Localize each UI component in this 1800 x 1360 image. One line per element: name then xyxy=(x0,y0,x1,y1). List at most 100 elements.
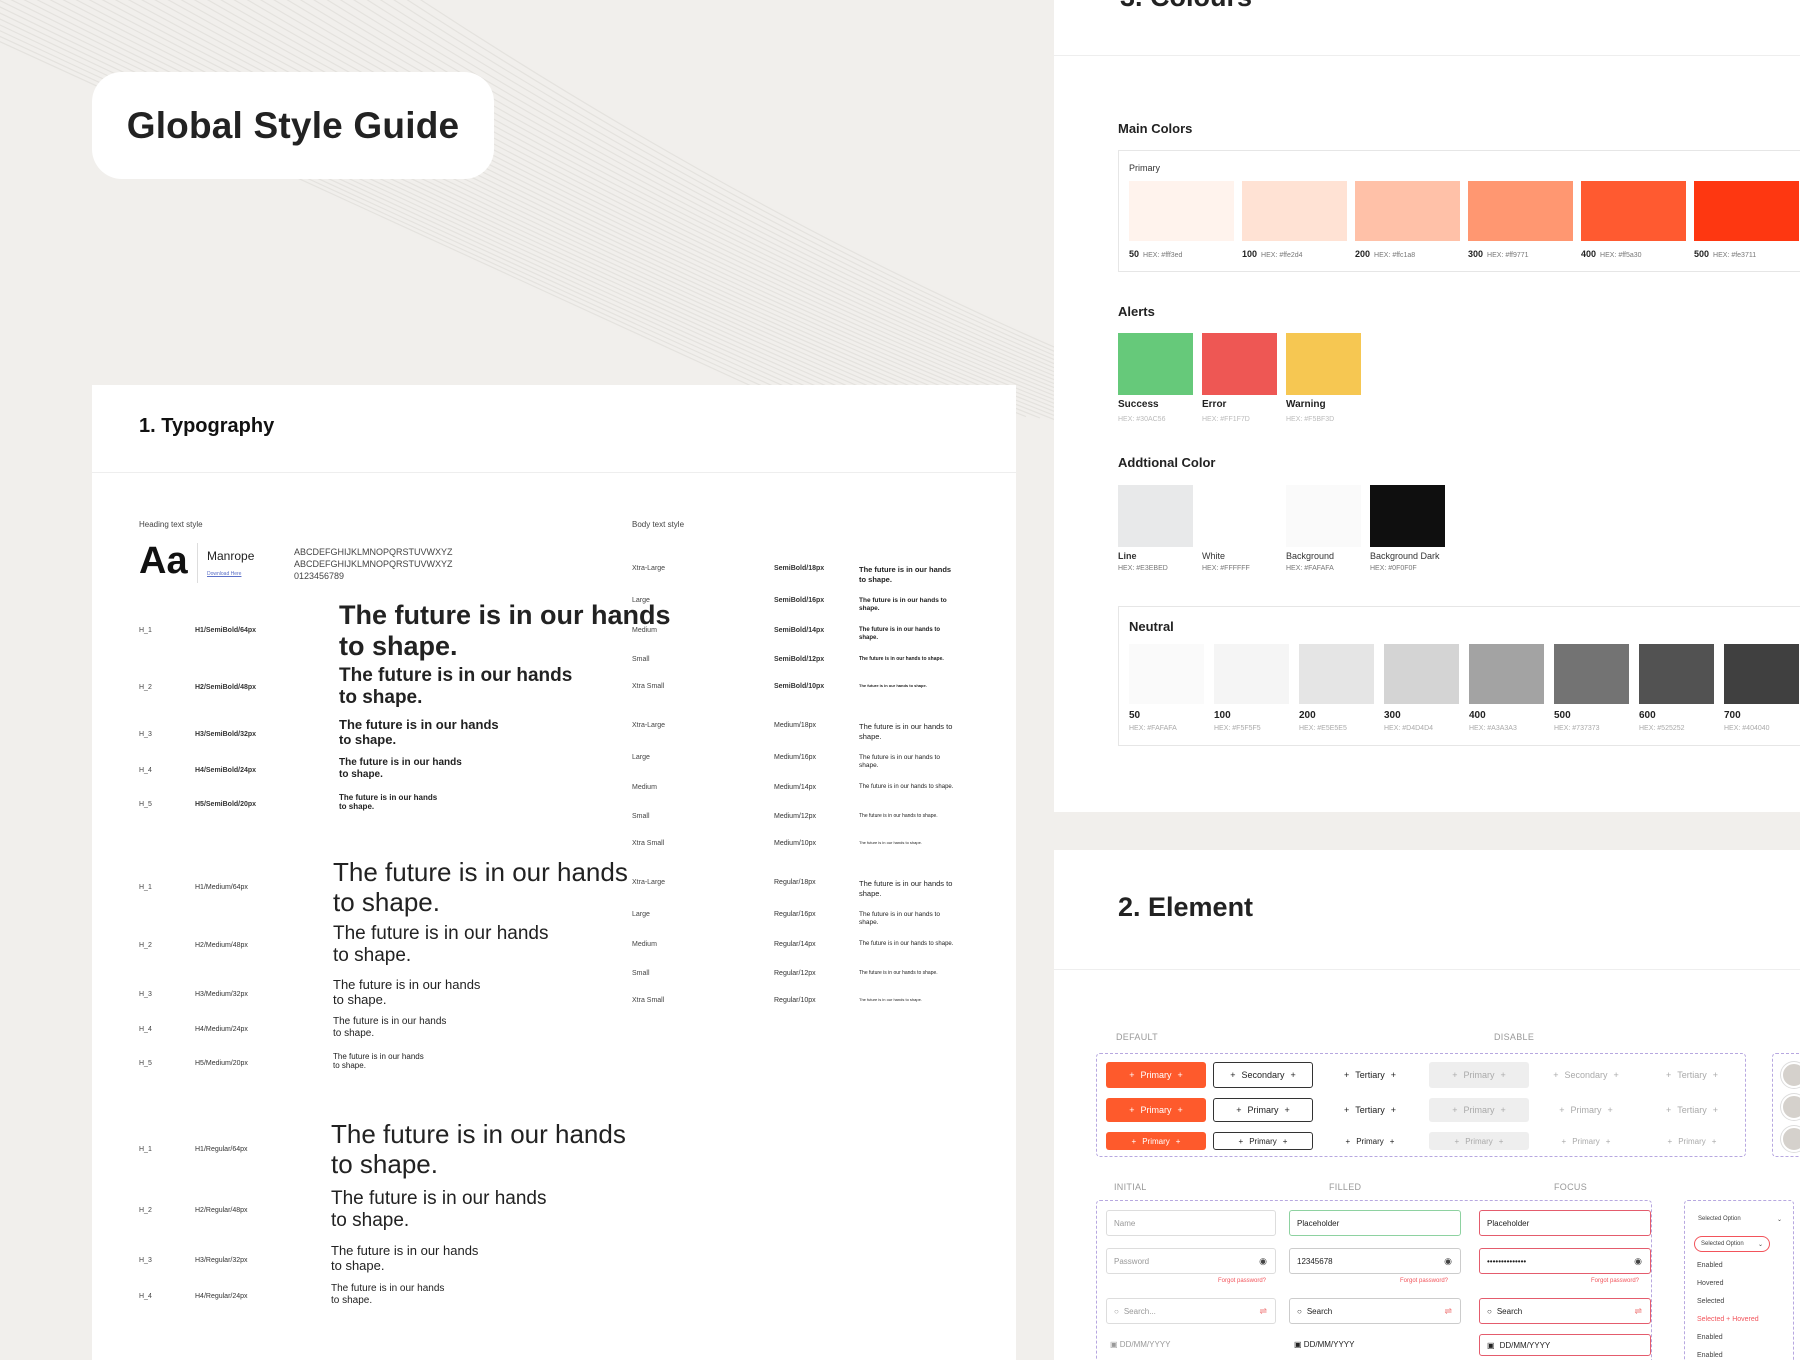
eye-off-icon[interactable]: ◉ xyxy=(1634,1256,1642,1267)
primary-label: Primary xyxy=(1129,163,1160,173)
select-option[interactable]: Enabled xyxy=(1697,1262,1723,1269)
heading-style-name: H3/Regular/32px xyxy=(195,1257,248,1264)
search-input-filled[interactable]: ○ Search ⇌ xyxy=(1289,1298,1461,1324)
password-input-filled[interactable]: 12345678 ◉ xyxy=(1289,1248,1461,1274)
button-label: Primary xyxy=(1249,1136,1277,1146)
heading-sample: The future is in our hands to shape. xyxy=(331,1188,547,1231)
password-input-focus[interactable]: •••••••••••••• ◉ xyxy=(1479,1248,1651,1274)
tertiary-button-sm[interactable]: + Primary + xyxy=(1320,1132,1420,1150)
body-sample: The future is in our hands to shape. xyxy=(859,565,952,584)
button-label: Primary xyxy=(1678,1136,1706,1146)
primary-button-disabled-sm: + Primary + xyxy=(1429,1132,1529,1150)
forgot-password-link[interactable]: Forgot password? xyxy=(1218,1278,1266,1284)
alert-hex: HEX: #F5BF3D xyxy=(1286,416,1335,423)
forgot-password-link[interactable]: Forgot password? xyxy=(1591,1278,1639,1284)
primary-swatch xyxy=(1694,181,1799,241)
chevron-down-icon: ⌄ xyxy=(1757,1241,1763,1248)
additional-hex: HEX: #E3EBED xyxy=(1118,565,1168,572)
heading-sample: The future is in our hands to shape. xyxy=(333,977,481,1007)
neutral-palette: Neutral 50 HEX: #FAFAFA 100 HEX: #F5F5F5 200… xyxy=(1118,606,1800,746)
body-sample: The future is in our hands to shape. xyxy=(859,656,944,662)
divider xyxy=(197,543,198,583)
body-style-name: SemiBold/14px xyxy=(774,627,825,634)
placeholder-input-filled[interactable]: Placeholder xyxy=(1289,1210,1461,1236)
tertiary-button-md[interactable]: + Tertiary + xyxy=(1320,1098,1420,1122)
body-style-name: Medium/18px xyxy=(774,722,817,729)
heading-style-name: H5/Medium/20px xyxy=(195,1060,248,1067)
disable-label: DISABLE xyxy=(1494,1032,1535,1042)
secondary-button-lg[interactable]: + Secondary + xyxy=(1213,1062,1313,1088)
primary-swatch xyxy=(1242,181,1347,241)
body-sample: The future is in our hands to shape. xyxy=(859,722,953,741)
body-size: Small xyxy=(632,813,650,820)
forgot-password-link[interactable]: Forgot password? xyxy=(1400,1278,1448,1284)
primary-button-disabled-lg: + Primary + xyxy=(1429,1062,1529,1088)
select-option[interactable]: Selected + Hovered xyxy=(1697,1316,1759,1323)
select-option[interactable]: Enabled xyxy=(1697,1352,1723,1359)
input-text: Search... xyxy=(1123,1306,1156,1316)
additional-hex: HEX: #FAFAFA xyxy=(1286,565,1334,572)
password-input[interactable]: Password ◉ xyxy=(1106,1248,1276,1274)
neutral-hex: HEX: #D4D4D4 xyxy=(1384,725,1434,732)
search-input-focus[interactable]: ○ Search ⇌ xyxy=(1479,1298,1651,1324)
heading-code: H_3 xyxy=(139,991,152,998)
typography-panel: 1. Typography Heading text style Aa Manr… xyxy=(92,385,1016,1360)
neutral-swatch xyxy=(1724,644,1799,704)
body-row: Medium SemiBold/14px The future is in our … xyxy=(632,627,972,657)
heading-code: H_3 xyxy=(139,1257,152,1264)
primary-button-sm[interactable]: + Primary + xyxy=(1106,1132,1206,1150)
heading-style-name: H1/Medium/64px xyxy=(195,884,248,891)
alphabet-sample: ABCDEFGHIJKLMNOPQRSTUVWXYZ ABCDEFGHIJKLM… xyxy=(294,546,453,582)
select-collapsed[interactable]: Selected Option ⌄ xyxy=(1694,1210,1786,1228)
eye-icon[interactable]: ◉ xyxy=(1444,1256,1452,1267)
secondary-button-sm[interactable]: + Primary + xyxy=(1213,1132,1313,1150)
search-input[interactable]: ○ Search... ⇌ xyxy=(1106,1298,1276,1324)
main-colors-title: Main Colors xyxy=(1118,121,1193,136)
neutral-hex: HEX: #F5F5F5 xyxy=(1214,725,1261,732)
button-label: Primary xyxy=(1463,1105,1495,1115)
body-size: Small xyxy=(632,970,650,977)
search-icon: ○ xyxy=(1297,1306,1302,1316)
select-option[interactable]: Selected xyxy=(1697,1298,1724,1305)
body-sample: The future is in our hands to shape. xyxy=(859,879,953,898)
heading-style-name: H5/SemiBold/20px xyxy=(195,801,257,808)
primary-swatch xyxy=(1355,181,1460,241)
heading-code: H_3 xyxy=(139,731,152,738)
body-row: Xtra-Large Regular/18px The future is in o… xyxy=(632,879,972,909)
alert-swatch xyxy=(1118,333,1193,395)
heading-sample: The future is in our hands to shape. xyxy=(339,600,671,662)
filter-icon[interactable]: ⇌ xyxy=(1259,1306,1267,1317)
placeholder-input-focus[interactable]: Placeholder xyxy=(1479,1210,1651,1236)
date-input-focus[interactable]: ▣ DD/MM/YYYY xyxy=(1479,1334,1651,1356)
select-option[interactable]: Hovered xyxy=(1697,1280,1723,1287)
neutral-swatch xyxy=(1299,644,1374,704)
body-size: Xtra Small xyxy=(632,997,665,1004)
select-option[interactable]: Enabled xyxy=(1697,1334,1723,1341)
body-size: Xtra-Large xyxy=(632,879,666,886)
date-input-filled[interactable]: ▣ DD/MM/YYYY xyxy=(1294,1340,1354,1349)
secondary-button-disabled-lg: + Secondary + xyxy=(1553,1070,1619,1080)
primary-button-lg[interactable]: + Primary + xyxy=(1106,1062,1206,1088)
additional-hex: HEX: #FFFFFF xyxy=(1202,565,1250,572)
body-row: Xtra Small Medium/10px The future is in ou… xyxy=(632,840,972,870)
download-link[interactable]: Download Here xyxy=(207,571,241,577)
date-input[interactable]: ▣ DD/MM/YYYY xyxy=(1110,1340,1170,1349)
body-row: Xtra-Large Medium/18px The future is in ou… xyxy=(632,722,972,752)
filter-icon[interactable]: ⇌ xyxy=(1444,1306,1452,1317)
body-style-name: Regular/16px xyxy=(774,911,816,918)
heading-code: H_5 xyxy=(139,801,152,808)
eye-off-icon[interactable]: ◉ xyxy=(1259,1256,1267,1267)
name-input[interactable]: Name xyxy=(1106,1210,1276,1236)
tertiary-button-lg[interactable]: + Tertiary + xyxy=(1320,1062,1420,1088)
heading-style-name: H3/SemiBold/32px xyxy=(195,731,257,738)
additional-swatch xyxy=(1202,485,1277,547)
primary-button-md[interactable]: + Primary + xyxy=(1106,1098,1206,1122)
select-open[interactable]: Selected Option ⌄ xyxy=(1694,1236,1770,1252)
alert-name: Error xyxy=(1202,399,1227,410)
filter-icon[interactable]: ⇌ xyxy=(1634,1306,1642,1317)
heading-code: H_1 xyxy=(139,884,152,891)
neutral-step: 400 xyxy=(1469,710,1486,721)
body-sample: The future is in our hands to shape. xyxy=(859,784,954,790)
alert-name: Success xyxy=(1118,399,1159,410)
secondary-button-md[interactable]: + Primary + xyxy=(1213,1098,1313,1122)
